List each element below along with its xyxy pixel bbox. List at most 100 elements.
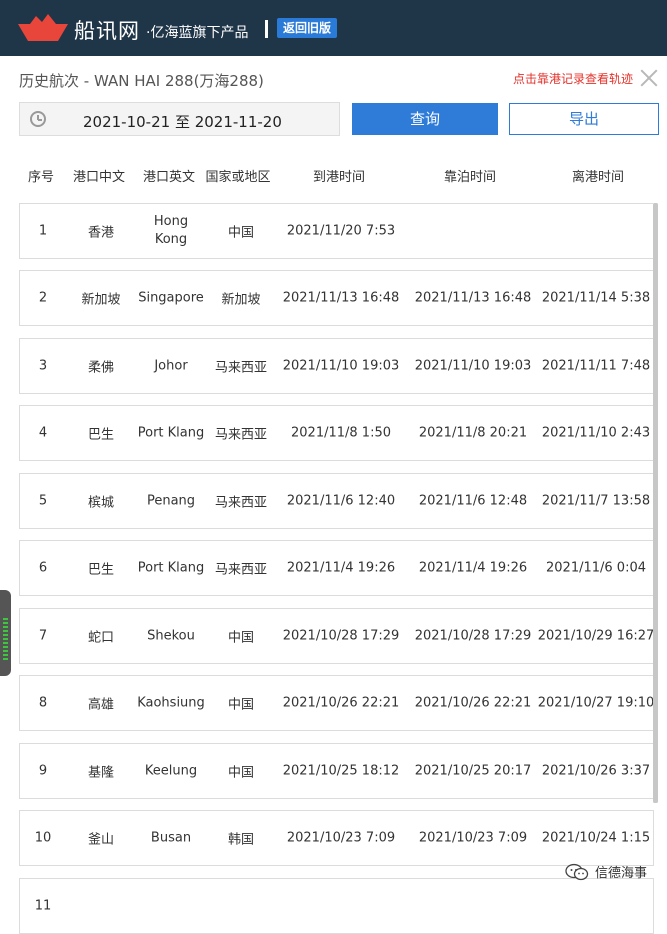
cell-port-cn: 基隆: [87, 765, 115, 781]
cell-port-en: Keelung: [144, 763, 198, 779]
brand-subtitle: ·亿海蓝旗下产品: [146, 25, 249, 41]
cell-departure: 2021/11/10 2:43: [541, 425, 651, 441]
cell-departure: 2021/11/14 5:38: [541, 290, 651, 306]
table-row[interactable]: 2 新加坡 Singapore 新加坡 2021/11/13 16:48 202…: [19, 270, 654, 326]
table-row[interactable]: 6 巴生 Port Klang 马来西亚 2021/11/4 19:26 202…: [19, 540, 654, 596]
track-hint-link[interactable]: 点击靠港记录查看轨迹: [513, 70, 633, 87]
cell-berth: 2021/11/10 19:03: [414, 358, 532, 374]
cell-departure: 2021/11/6 0:04: [546, 560, 646, 576]
watermark-text: 信德海事: [594, 866, 647, 881]
table-row[interactable]: 9 基隆 Keelung 中国 2021/10/25 18:12 2021/10…: [19, 743, 654, 799]
cell-arrival: 2021/10/25 18:12: [282, 763, 400, 779]
cell-port-en: Hong Kong: [153, 214, 189, 247]
cell-berth: 2021/11/4 19:26: [418, 560, 528, 576]
cell-country: 新加坡: [221, 292, 261, 308]
cell-port-en: Penang: [146, 493, 196, 509]
cell-port-en: Shekou: [147, 628, 195, 644]
cell-departure: 2021/11/11 7:48: [541, 358, 651, 374]
cell-port-en: Singapore: [138, 290, 204, 306]
wechat-icon: [565, 863, 589, 880]
side-drag-handle[interactable]: [0, 590, 11, 676]
clock-icon: [30, 111, 46, 127]
column-header-index: 序号: [27, 170, 55, 185]
cell-port-cn: 柔佛: [87, 360, 115, 376]
cell-index: 2: [38, 290, 48, 306]
cell-berth: 2021/10/28 17:29: [414, 628, 532, 644]
table-row[interactable]: 7 蛇口 Shekou 中国 2021/10/28 17:29 2021/10/…: [19, 608, 654, 664]
cell-port-cn: 槟城: [87, 495, 115, 511]
cell-port-cn: 巴生: [87, 562, 115, 578]
cell-port-cn: 香港: [87, 225, 115, 241]
cell-berth: 2021/11/6 12:48: [418, 493, 528, 509]
export-button[interactable]: 导出: [509, 103, 659, 135]
cell-country: 马来西亚: [214, 495, 268, 511]
cell-index: 11: [34, 898, 52, 914]
column-header-arrival: 到港时间: [312, 170, 366, 185]
watermark: 信德海事: [565, 862, 647, 881]
query-button[interactable]: 查询: [352, 103, 498, 135]
cell-port-cn: 高雄: [87, 697, 115, 713]
cell-index: 3: [38, 358, 48, 374]
cell-index: 4: [38, 425, 48, 441]
cell-port-en: Port Klang: [137, 425, 205, 441]
cell-country: 马来西亚: [214, 427, 268, 443]
cell-index: 10: [34, 830, 52, 846]
cell-arrival: 2021/11/8 1:50: [291, 425, 391, 441]
cell-country: 韩国: [227, 832, 255, 848]
ship-logo-icon[interactable]: [18, 14, 68, 42]
cell-departure: 2021/10/26 3:37: [541, 763, 651, 779]
cell-departure: 2021/11/7 13:58: [541, 493, 651, 509]
cell-index: 7: [38, 628, 48, 644]
cell-port-cn: 蛇口: [87, 630, 115, 646]
cell-index: 5: [38, 493, 48, 509]
cell-berth: 2021/10/25 20:17: [414, 763, 532, 779]
cell-country: 中国: [227, 697, 255, 713]
close-icon[interactable]: [639, 68, 659, 88]
cell-berth: 2021/11/8 20:21: [418, 425, 528, 441]
column-header-berth: 靠泊时间: [443, 170, 497, 185]
date-range-value: 2021-10-21 至 2021-11-20: [83, 113, 282, 131]
scrollbar-thumb[interactable]: [653, 203, 658, 803]
cell-country: 中国: [227, 630, 255, 646]
cell-berth: 2021/11/13 16:48: [414, 290, 532, 306]
cell-port-cn: 釜山: [87, 832, 115, 848]
page-title: 历史航次 - WAN HAI 288(万海288): [19, 72, 264, 90]
table-row[interactable]: 1 香港 Hong Kong 中国 2021/11/20 7:53: [19, 203, 654, 259]
brand-name[interactable]: 船讯网: [74, 15, 140, 45]
return-old-version-button[interactable]: 返回旧版: [277, 18, 338, 38]
cell-port-cn: 巴生: [87, 427, 115, 443]
cell-port-cn: 新加坡: [81, 292, 121, 308]
table-row[interactable]: 5 槟城 Penang 马来西亚 2021/11/6 12:40 2021/11…: [19, 473, 654, 529]
cell-country: 马来西亚: [214, 360, 268, 376]
top-bar: 船讯网 ·亿海蓝旗下产品 返回旧版: [0, 0, 667, 56]
cell-arrival: 2021/11/4 19:26: [286, 560, 396, 576]
cell-arrival: 2021/11/6 12:40: [286, 493, 396, 509]
cell-departure: 2021/10/24 1:15: [541, 830, 651, 846]
column-header-country: 国家或地区: [205, 170, 271, 185]
table-row[interactable]: 3 柔佛 Johor 马来西亚 2021/11/10 19:03 2021/11…: [19, 338, 654, 394]
cell-country: 马来西亚: [214, 562, 268, 578]
table-row[interactable]: 8 高雄 Kaohsiung 中国 2021/10/26 22:21 2021/…: [19, 675, 654, 731]
cell-country: 中国: [227, 225, 255, 241]
cell-arrival: 2021/10/26 22:21: [282, 695, 400, 711]
column-header-port-en: 港口英文: [142, 170, 196, 185]
cell-berth: 2021/10/23 7:09: [418, 830, 528, 846]
table-row[interactable]: 11: [19, 878, 654, 934]
cell-index: 8: [38, 695, 48, 711]
cell-arrival: 2021/10/23 7:09: [286, 830, 396, 846]
cell-arrival: 2021/10/28 17:29: [282, 628, 400, 644]
table-row[interactable]: 4 巴生 Port Klang 马来西亚 2021/11/8 1:50 2021…: [19, 405, 654, 461]
cell-port-en: Kaohsiung: [137, 695, 205, 711]
cell-port-en: Busan: [150, 830, 192, 846]
cell-arrival: 2021/11/20 7:53: [286, 223, 396, 239]
cell-departure: 2021/10/27 19:10: [537, 695, 655, 711]
column-header-departure: 离港时间: [571, 170, 625, 185]
column-header-port-cn: 港口中文: [72, 170, 126, 185]
cell-arrival: 2021/11/10 19:03: [282, 358, 400, 374]
cell-index: 6: [38, 560, 48, 576]
table-header: 序号 港口中文 港口英文 国家或地区 到港时间 靠泊时间 离港时间: [0, 166, 667, 186]
cell-port-en: Port Klang: [137, 560, 205, 576]
date-range-input[interactable]: 2021-10-21 至 2021-11-20: [19, 102, 340, 136]
table-row[interactable]: 10 釜山 Busan 韩国 2021/10/23 7:09 2021/10/2…: [19, 810, 654, 866]
cell-arrival: 2021/11/13 16:48: [282, 290, 400, 306]
